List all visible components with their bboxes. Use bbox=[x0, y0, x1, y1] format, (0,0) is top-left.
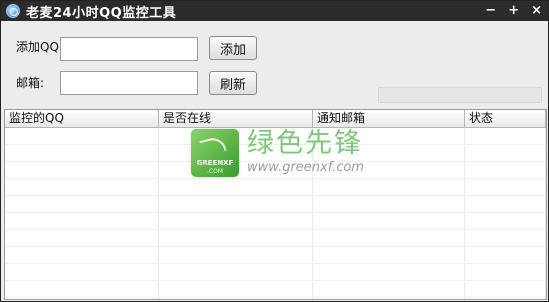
table-cell bbox=[313, 281, 465, 297]
table-body bbox=[5, 128, 546, 299]
table-cell bbox=[5, 230, 159, 246]
table-cell bbox=[5, 264, 159, 280]
table-cell bbox=[159, 162, 313, 178]
column-header-email[interactable]: 通知邮箱 bbox=[313, 110, 465, 127]
table-cell bbox=[5, 247, 159, 263]
table-row[interactable] bbox=[5, 145, 546, 162]
table-cell bbox=[159, 128, 313, 144]
table-cell bbox=[465, 179, 546, 195]
table-cell bbox=[159, 281, 313, 297]
table-cell bbox=[5, 281, 159, 297]
table-cell bbox=[313, 264, 465, 280]
qq-label: 添加QQ: bbox=[16, 40, 63, 54]
table-cell bbox=[313, 213, 465, 229]
table-cell bbox=[159, 247, 313, 263]
table-header: 监控的QQ 是否在线 通知邮箱 状态 bbox=[5, 110, 546, 128]
table-cell bbox=[5, 213, 159, 229]
table-cell bbox=[159, 264, 313, 280]
table-cell bbox=[313, 196, 465, 212]
table-row[interactable] bbox=[5, 264, 546, 281]
maximize-button[interactable]: + bbox=[508, 1, 519, 21]
table-cell bbox=[313, 128, 465, 144]
table-cell bbox=[159, 230, 313, 246]
table-cell bbox=[313, 247, 465, 263]
table-row[interactable] bbox=[5, 230, 546, 247]
table-cell bbox=[159, 196, 313, 212]
table-cell bbox=[465, 247, 546, 263]
email-label: 邮箱: bbox=[16, 76, 45, 90]
title-bar[interactable]: 老麦24小时QQ监控工具 − + × bbox=[1, 1, 548, 21]
table-cell bbox=[313, 179, 465, 195]
email-input[interactable] bbox=[60, 71, 198, 95]
table-cell bbox=[313, 162, 465, 178]
table-cell bbox=[5, 196, 159, 212]
table-cell bbox=[465, 298, 546, 299]
table-cell bbox=[313, 230, 465, 246]
table-row[interactable] bbox=[5, 128, 546, 145]
table-row[interactable] bbox=[5, 179, 546, 196]
table-row[interactable] bbox=[5, 247, 546, 264]
table-cell bbox=[5, 145, 159, 161]
table-row[interactable] bbox=[5, 213, 546, 230]
table-cell bbox=[159, 145, 313, 161]
table-cell bbox=[5, 128, 159, 144]
table-row[interactable] bbox=[5, 196, 546, 213]
column-header-status[interactable]: 状态 bbox=[465, 110, 546, 127]
app-icon bbox=[6, 4, 20, 18]
table-cell bbox=[313, 145, 465, 161]
window-title: 老麦24小时QQ监控工具 bbox=[26, 5, 177, 21]
table-cell bbox=[465, 196, 546, 212]
table-cell bbox=[465, 213, 546, 229]
table-row[interactable] bbox=[5, 162, 546, 179]
table-cell bbox=[159, 179, 313, 195]
qq-input[interactable] bbox=[60, 37, 198, 61]
table-cell bbox=[465, 281, 546, 297]
minimize-button[interactable]: − bbox=[485, 1, 496, 21]
table-cell bbox=[313, 298, 465, 299]
column-header-online[interactable]: 是否在线 bbox=[159, 110, 313, 127]
table-cell bbox=[465, 128, 546, 144]
table-cell bbox=[5, 298, 159, 299]
window-controls: − + × bbox=[485, 1, 542, 21]
progress-bar bbox=[378, 87, 542, 103]
table-cell bbox=[159, 213, 313, 229]
table-cell bbox=[465, 230, 546, 246]
app-window: 老麦24小时QQ监控工具 − + × 添加QQ: 添加 邮箱: 刷新 监控的QQ… bbox=[0, 0, 549, 302]
table-cell bbox=[159, 298, 313, 299]
refresh-button[interactable]: 刷新 bbox=[209, 71, 257, 95]
table-row[interactable] bbox=[5, 298, 546, 299]
monitor-table[interactable]: 监控的QQ 是否在线 通知邮箱 状态 bbox=[4, 109, 547, 300]
table-cell bbox=[5, 179, 159, 195]
table-cell bbox=[465, 162, 546, 178]
table-cell bbox=[465, 145, 546, 161]
table-cell bbox=[5, 162, 159, 178]
close-button[interactable]: × bbox=[531, 1, 542, 21]
column-header-qq[interactable]: 监控的QQ bbox=[5, 110, 159, 127]
table-cell bbox=[465, 264, 546, 280]
add-button[interactable]: 添加 bbox=[209, 36, 257, 60]
table-row[interactable] bbox=[5, 281, 546, 298]
